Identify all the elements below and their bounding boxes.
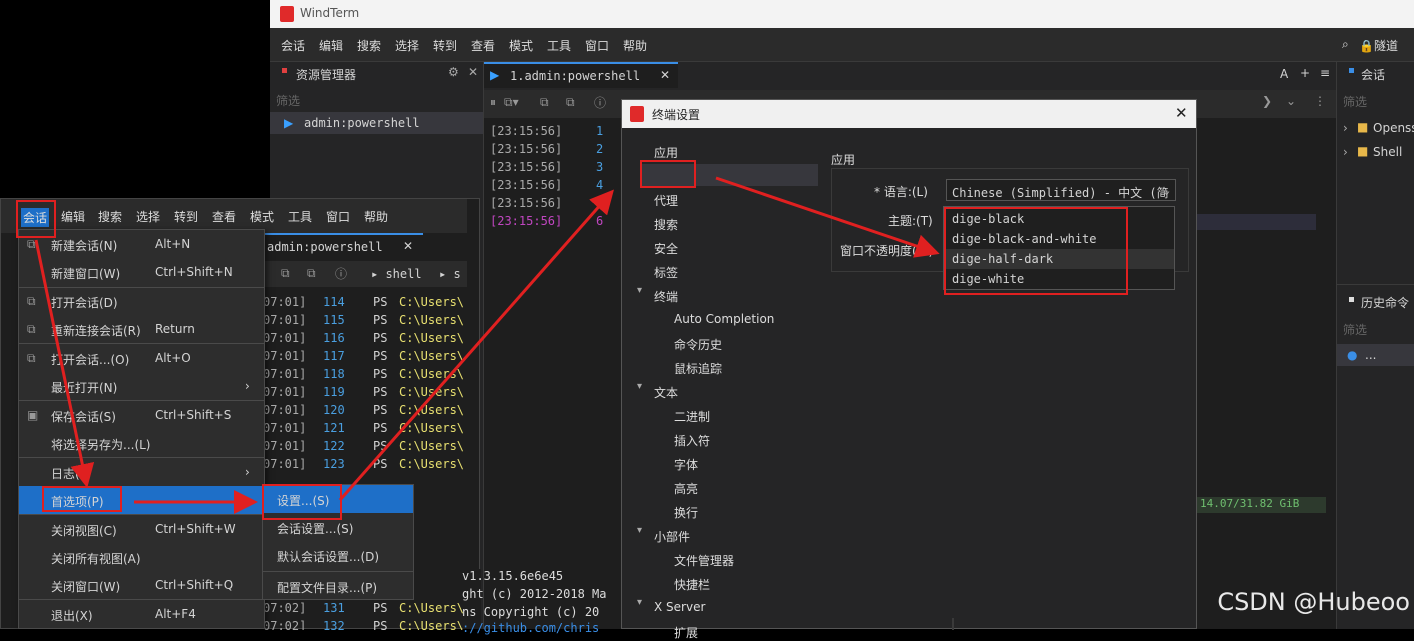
- arrow-3: [338, 189, 614, 501]
- arrow-1: [34, 239, 95, 488]
- watermark: CSDN @Hubeoo: [1217, 588, 1410, 616]
- annotation-arrows: [34, 176, 940, 514]
- arrow-4: [715, 176, 940, 258]
